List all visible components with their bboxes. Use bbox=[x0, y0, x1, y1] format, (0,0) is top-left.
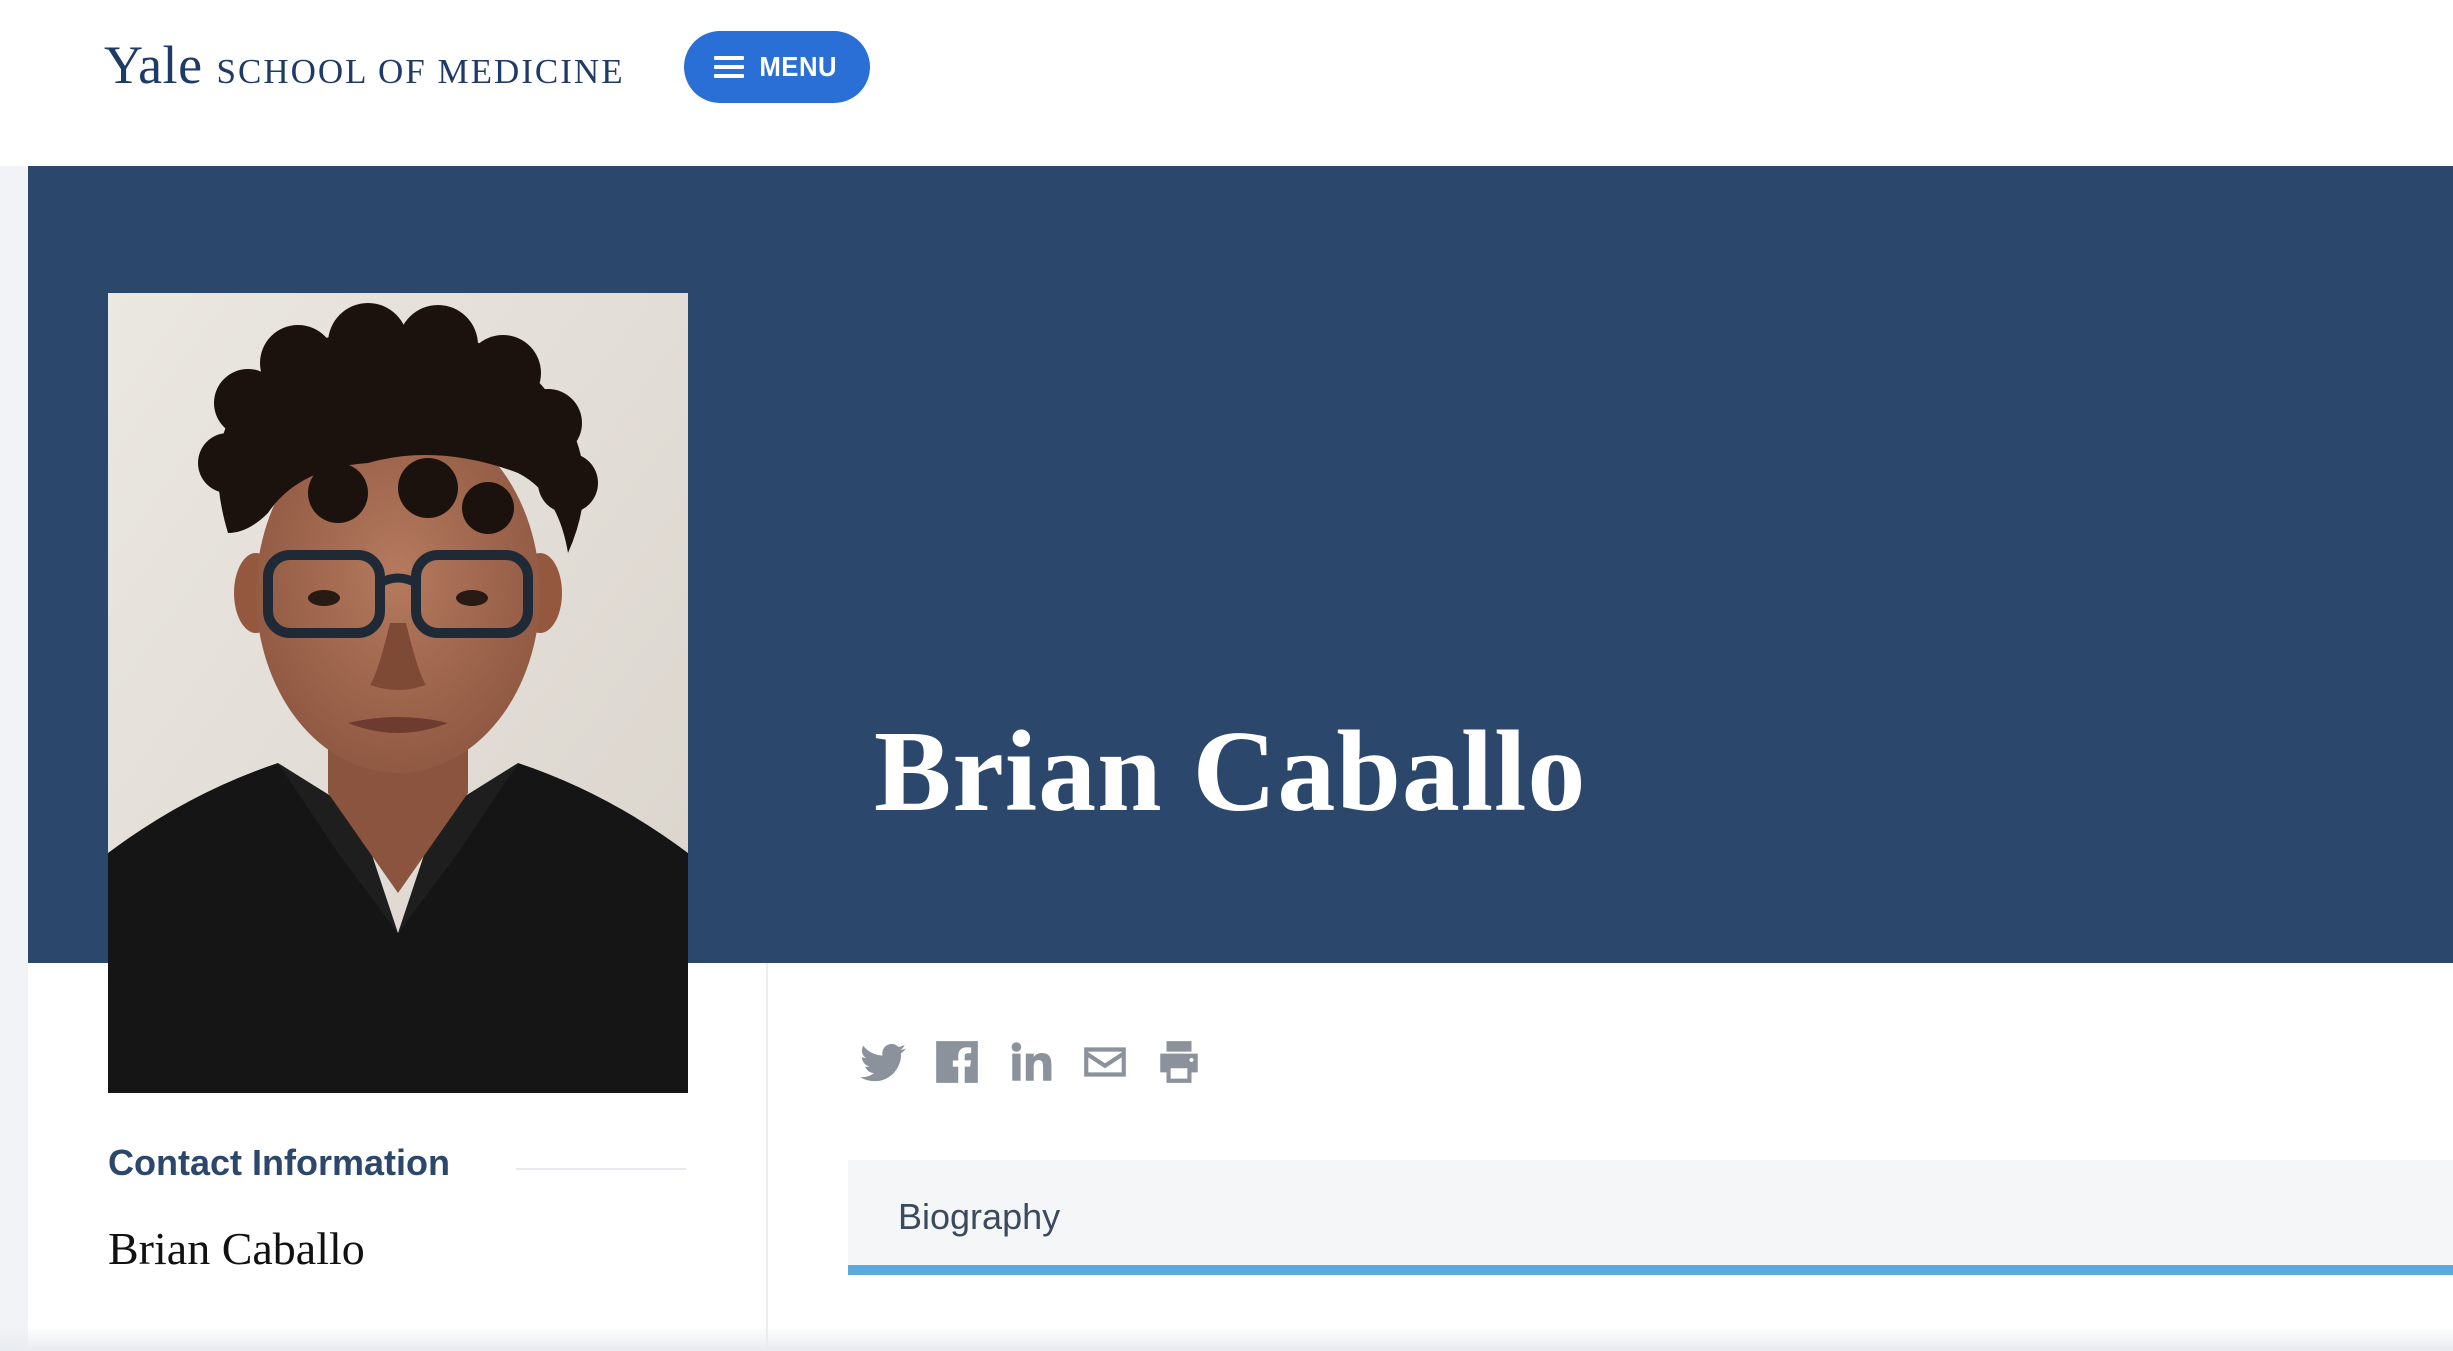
logo-yale-text: Yale bbox=[104, 35, 203, 95]
menu-button[interactable]: MENU bbox=[684, 31, 870, 103]
profile-photo bbox=[108, 293, 688, 1093]
contact-heading-rule bbox=[516, 1168, 686, 1170]
linkedin-icon[interactable] bbox=[1006, 1037, 1056, 1087]
email-icon[interactable] bbox=[1080, 1037, 1130, 1087]
yale-school-of-medicine-logo[interactable]: Yale SCHOOL OF MEDICINE bbox=[104, 34, 625, 95]
profile-name-heading: Brian Caballo bbox=[874, 708, 1587, 836]
tab-biography[interactable]: Biography bbox=[898, 1196, 1060, 1238]
contact-information-heading: Contact Information bbox=[108, 1142, 450, 1183]
menu-button-label: MENU bbox=[759, 51, 837, 82]
hamburger-icon bbox=[713, 56, 744, 78]
share-toolbar bbox=[858, 1034, 1204, 1090]
logo-school-text: SCHOOL OF MEDICINE bbox=[216, 52, 625, 91]
facebook-icon[interactable] bbox=[932, 1037, 982, 1087]
bottom-fade bbox=[0, 1326, 2453, 1351]
profile-tab-bar: Biography bbox=[848, 1160, 2453, 1274]
twitter-icon[interactable] bbox=[858, 1037, 908, 1087]
print-icon[interactable] bbox=[1154, 1037, 1204, 1087]
column-divider bbox=[766, 963, 768, 1351]
site-header: Yale SCHOOL OF MEDICINE MENU bbox=[0, 0, 2453, 166]
page-frame-edge bbox=[0, 166, 28, 1351]
contact-name: Brian Caballo bbox=[108, 1223, 365, 1274]
tab-active-indicator bbox=[848, 1265, 2453, 1275]
